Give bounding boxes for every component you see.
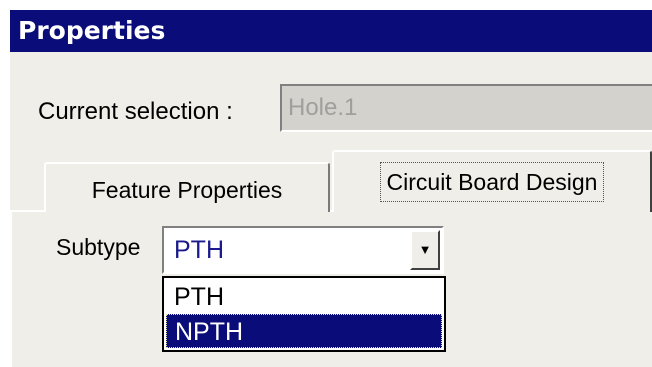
tab-feature-properties[interactable]: Feature Properties — [44, 162, 330, 212]
dialog-title: Properties — [10, 10, 652, 52]
current-selection-field: Hole.1 — [280, 84, 652, 132]
subtype-label: Subtype — [56, 234, 141, 260]
tab-circuit-board-design-label: Circuit Board Design — [379, 162, 605, 202]
subtype-combobox[interactable]: PTH ▼ — [162, 226, 444, 274]
tab-circuit-board-design[interactable]: Circuit Board Design — [332, 150, 652, 212]
dropdown-option-npth[interactable]: NPTH — [166, 314, 442, 348]
dropdown-button[interactable]: ▼ — [410, 230, 440, 270]
subtype-selected-value: PTH — [174, 236, 224, 264]
current-selection-label: Current selection : — [38, 98, 233, 125]
dropdown-option-pth[interactable]: PTH — [166, 280, 442, 314]
properties-dialog: Properties Current selection : Hole.1 Fe… — [10, 10, 652, 367]
subtype-dropdown-list: PTH NPTH — [162, 276, 446, 352]
tab-feature-properties-label: Feature Properties — [91, 177, 283, 203]
chevron-down-icon: ▼ — [418, 242, 432, 257]
